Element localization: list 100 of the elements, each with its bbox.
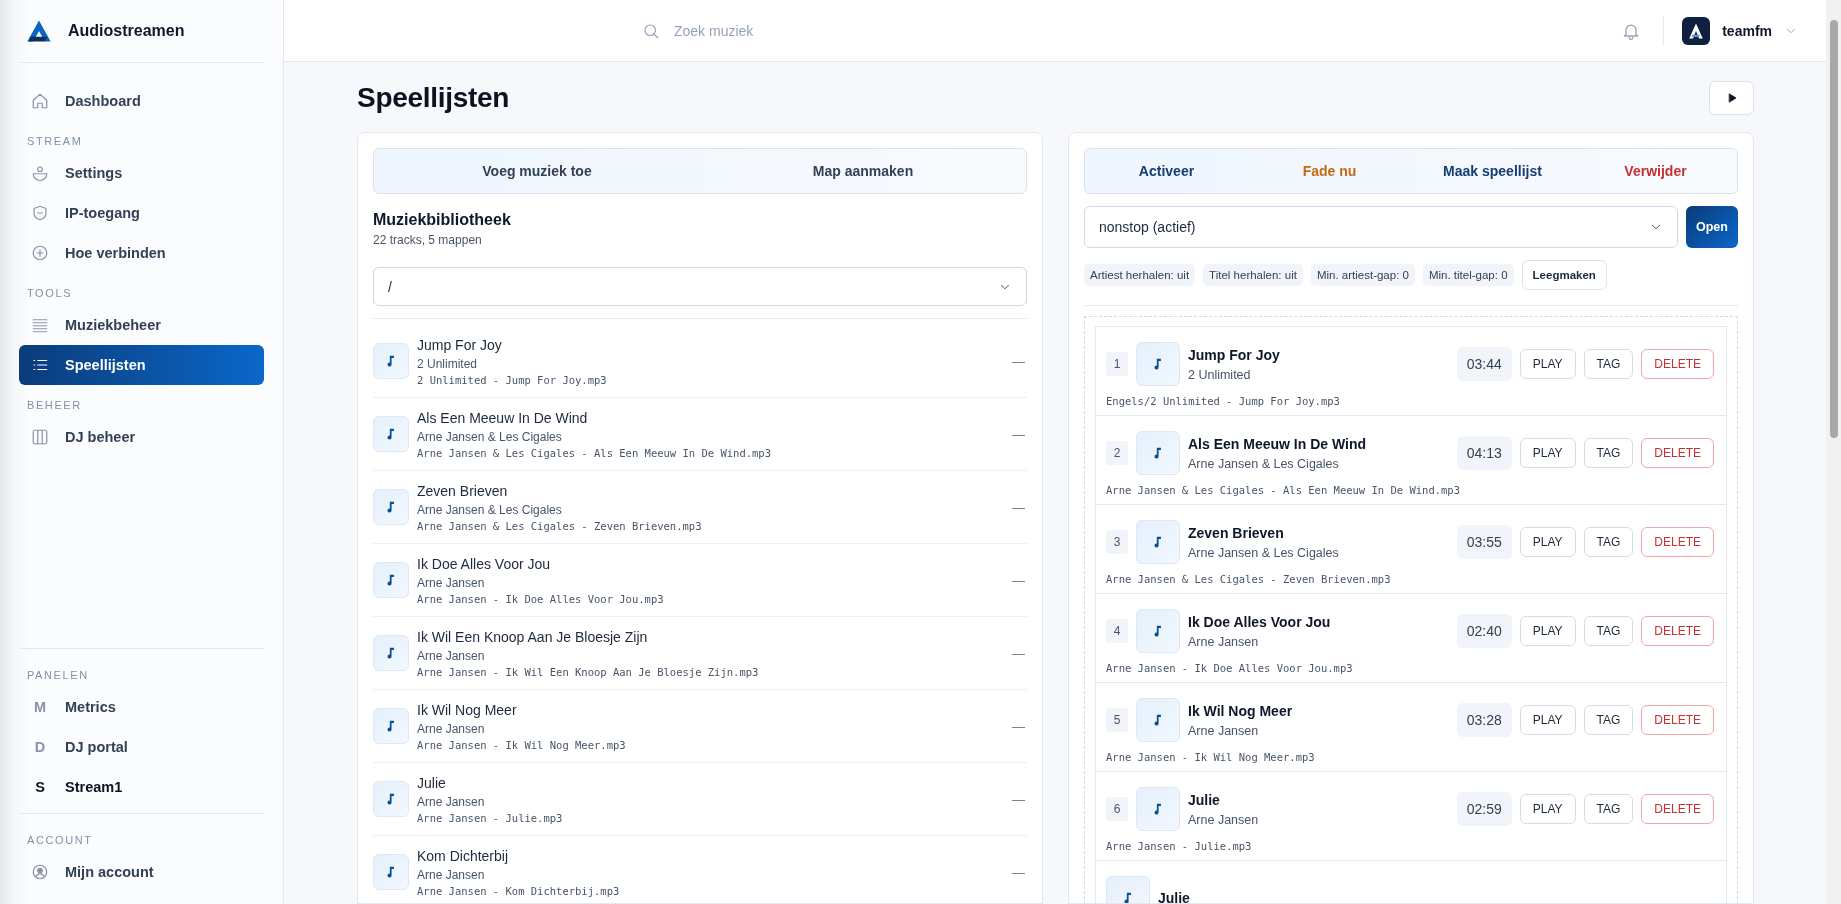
playlist-row[interactable]: 5 Ik Wil Nog Meer Arne Jansen 03:28 PLAY TAG DELETE Arne Jansen - Ik Wil Nog Meer.mp3 bbox=[1095, 682, 1727, 771]
section-heading: PANELEN bbox=[26, 668, 90, 683]
playlist-select[interactable]: nonstop (actief) bbox=[1084, 206, 1678, 248]
track-button[interactable]: TAG bbox=[1583, 438, 1634, 468]
track-title: Zeven Brieven bbox=[1188, 524, 1285, 541]
track-button[interactable]: PLAY bbox=[1519, 527, 1576, 557]
track-button[interactable]: DELETE bbox=[1641, 349, 1714, 379]
setting-chip: Artiest herhalen: uit bbox=[1084, 264, 1196, 286]
toolbar-button[interactable]: Map aanmaken bbox=[700, 149, 1026, 193]
nav-item[interactable]: D DJ portal bbox=[19, 727, 264, 767]
section-heading: BEHEER bbox=[26, 398, 83, 413]
track-button[interactable]: DELETE bbox=[1641, 438, 1714, 468]
duration: 03:28 bbox=[1456, 703, 1512, 737]
toolbar-button[interactable]: Activeer bbox=[1085, 149, 1248, 193]
nav-item[interactable]: IP-toegang bbox=[19, 193, 264, 233]
duration: 03:44 bbox=[1456, 347, 1512, 381]
nav-item[interactable]: S Stream1 bbox=[19, 767, 264, 807]
playlist-row[interactable]: Julie bbox=[1095, 860, 1727, 903]
track-artist: Arne Jansen bbox=[417, 867, 486, 882]
shield-icon bbox=[31, 204, 49, 222]
columns-icon bbox=[31, 428, 49, 446]
music-note-icon bbox=[373, 854, 409, 890]
track-button[interactable]: PLAY bbox=[1519, 616, 1576, 646]
playlist-row[interactable]: 3 Zeven Brieven Arne Jansen & Les Cigales 03:55 PLAY TAG DELETE Arne Jansen & Les Cigales - Zeven Brieven.mp3 bbox=[1095, 504, 1727, 593]
toolbar-button[interactable]: Fade nu bbox=[1248, 149, 1411, 193]
nav-item[interactable]: Hoe verbinden bbox=[19, 233, 264, 273]
track-number: 2 bbox=[1106, 441, 1128, 465]
folder-select[interactable]: / bbox=[373, 267, 1027, 306]
music-note-icon bbox=[373, 781, 409, 817]
track-button[interactable]: TAG bbox=[1583, 527, 1634, 557]
user-menu[interactable]: teamfm bbox=[1682, 16, 1798, 45]
track-button[interactable]: DELETE bbox=[1641, 794, 1714, 824]
dash-button[interactable]: — bbox=[1012, 864, 1025, 880]
track-title: Kom Dichterbij bbox=[417, 847, 510, 864]
track-row[interactable]: Ik Wil Een Knoop Aan Je Bloesje Zijn Arne Jansen Arne Jansen - Ik Wil Een Knoop Aan Je Bloesje Zijn.mp3 — bbox=[373, 617, 1027, 690]
toolbar-button[interactable]: Maak speellijst bbox=[1411, 149, 1574, 193]
nav-item[interactable]: Muziekbeheer bbox=[19, 305, 264, 345]
track-row[interactable]: Ik Doe Alles Voor Jou Arne Jansen Arne Jansen - Ik Doe Alles Voor Jou.mp3 — bbox=[373, 544, 1027, 617]
track-title: Jump For Joy bbox=[1188, 346, 1281, 363]
dash-button[interactable]: — bbox=[1012, 499, 1025, 515]
track-title: Julie bbox=[1188, 791, 1221, 808]
track-artist: Arne Jansen bbox=[417, 575, 486, 590]
track-number: 3 bbox=[1106, 530, 1128, 554]
house-icon bbox=[31, 92, 49, 110]
track-button[interactable]: PLAY bbox=[1519, 438, 1576, 468]
nav-item[interactable]: DJ beheer bbox=[19, 417, 264, 457]
letter-icon: M bbox=[31, 699, 49, 715]
track-button[interactable]: TAG bbox=[1583, 705, 1634, 735]
nav-item[interactable]: Mijn account bbox=[19, 852, 264, 892]
track-artist: Arne Jansen & Les Cigales bbox=[417, 429, 563, 444]
dash-button[interactable]: — bbox=[1012, 353, 1025, 369]
nav-item[interactable]: Dashboard bbox=[19, 81, 264, 121]
track-title: Zeven Brieven bbox=[417, 482, 509, 499]
toolbar-button[interactable]: Voeg muziek toe bbox=[374, 149, 700, 193]
playlist-row[interactable]: 2 Als Een Meeuw In De Wind Arne Jansen & Les Cigales 04:13 PLAY TAG DELETE Arne Jansen & Les Cigales - Als Een Meeuw In De Wind.mp3 bbox=[1095, 415, 1727, 504]
track-row[interactable]: Ik Wil Nog Meer Arne Jansen Arne Jansen - Ik Wil Nog Meer.mp3 — bbox=[373, 690, 1027, 763]
lines-icon bbox=[31, 316, 49, 334]
playlist-row[interactable]: 6 Julie Arne Jansen 02:59 PLAY TAG DELETE Arne Jansen - Julie.mp3 bbox=[1095, 771, 1727, 860]
dash-button[interactable]: — bbox=[1012, 645, 1025, 661]
scrollbar[interactable] bbox=[1826, 0, 1841, 904]
play-button[interactable] bbox=[1709, 81, 1754, 115]
dash-button[interactable]: — bbox=[1012, 718, 1025, 734]
duration: 02:59 bbox=[1456, 792, 1512, 826]
nav-item[interactable]: Settings bbox=[19, 153, 264, 193]
track-artist: Arne Jansen bbox=[417, 648, 486, 663]
track-row[interactable]: Julie Arne Jansen Arne Jansen - Julie.mp3 — bbox=[373, 763, 1027, 836]
track-button[interactable]: PLAY bbox=[1519, 794, 1576, 824]
track-button[interactable]: TAG bbox=[1583, 349, 1634, 379]
track-button[interactable]: DELETE bbox=[1641, 616, 1714, 646]
track-button[interactable]: DELETE bbox=[1641, 705, 1714, 735]
dash-button[interactable]: — bbox=[1012, 426, 1025, 442]
track-row[interactable]: Zeven Brieven Arne Jansen & Les Cigales Arne Jansen & Les Cigales - Zeven Brieven.mp3 — bbox=[373, 471, 1027, 544]
music-note-icon bbox=[373, 635, 409, 671]
playlist-row[interactable]: 4 Ik Doe Alles Voor Jou Arne Jansen 02:40 PLAY TAG DELETE Arne Jansen - Ik Doe Alles Voor Jou.mp3 bbox=[1095, 593, 1727, 682]
nav-item[interactable]: M Metrics bbox=[19, 687, 264, 727]
dial-icon bbox=[31, 164, 49, 182]
track-button[interactable]: TAG bbox=[1583, 794, 1634, 824]
music-note-icon bbox=[1136, 342, 1180, 386]
search-field[interactable]: Zoek muziek bbox=[672, 21, 872, 40]
file-path: Arne Jansen & Les Cigales - Zeven Brieven.mp3 bbox=[1106, 573, 1392, 585]
open-button[interactable]: Open bbox=[1686, 206, 1738, 248]
file-path: Engels/2 Unlimited - Jump For Joy.mp3 bbox=[1106, 395, 1341, 407]
track-row[interactable]: Jump For Joy 2 Unlimited 2 Unlimited - Jump For Joy.mp3 — bbox=[373, 325, 1027, 398]
dash-button[interactable]: — bbox=[1012, 572, 1025, 588]
track-button[interactable]: PLAY bbox=[1519, 349, 1576, 379]
track-button[interactable]: TAG bbox=[1583, 616, 1634, 646]
toolbar-button[interactable]: Verwijder bbox=[1574, 149, 1737, 193]
track-button[interactable]: DELETE bbox=[1641, 527, 1714, 557]
scroll-thumb[interactable] bbox=[1829, 20, 1838, 438]
track-button[interactable]: PLAY bbox=[1519, 705, 1576, 735]
track-title: Julie bbox=[1158, 890, 1191, 903]
file-path: Arne Jansen - Ik Wil Nog Meer.mp3 bbox=[1106, 751, 1316, 763]
track-row[interactable]: Kom Dichterbij Arne Jansen Arne Jansen - Kom Dichterbij.mp3 — bbox=[373, 836, 1027, 903]
dash-button[interactable]: — bbox=[1012, 791, 1025, 807]
clear-button[interactable]: Leegmaken bbox=[1521, 260, 1607, 290]
nav-item[interactable]: Speellijsten bbox=[19, 345, 264, 385]
playlist-row[interactable]: 1 Jump For Joy 2 Unlimited 03:44 PLAY TAG DELETE Engels/2 Unlimited - Jump For Joy.mp3 bbox=[1095, 326, 1727, 415]
section-heading: ACCOUNT bbox=[26, 833, 94, 848]
file-name: Arne Jansen - Ik Wil Een Knoop Aan Je Bloesje Zijn.mp3 bbox=[417, 665, 760, 678]
track-row[interactable]: Als Een Meeuw In De Wind Arne Jansen & Les Cigales Arne Jansen & Les Cigales - Als Een Meeuw In De Wind.mp3 — bbox=[373, 398, 1027, 471]
